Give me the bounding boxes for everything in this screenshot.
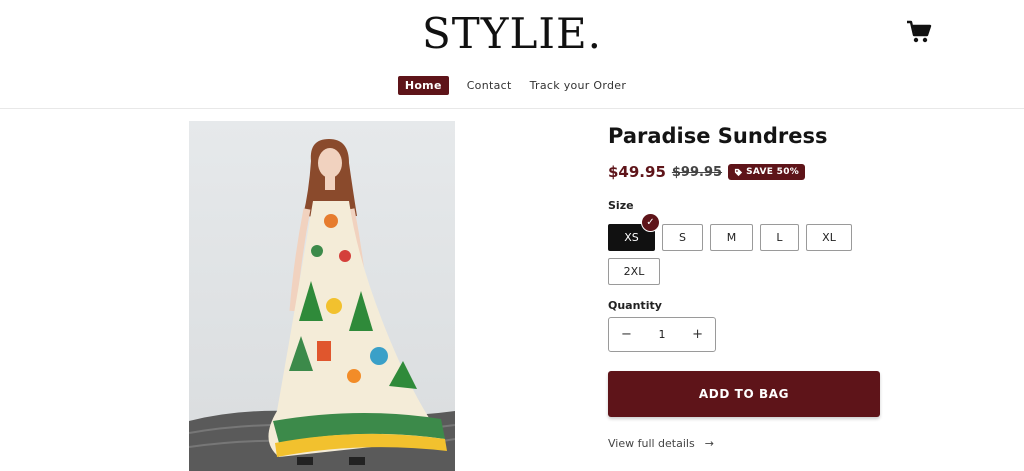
check-icon: ✓ <box>641 213 660 232</box>
product-info: Paradise Sundress $49.95 $99.95 SAVE 50%… <box>608 121 888 450</box>
header-divider <box>0 108 1024 109</box>
increase-quantity-button[interactable]: + <box>692 327 703 342</box>
size-option-label: 2XL <box>623 265 645 278</box>
size-option-xl[interactable]: XL <box>806 224 852 251</box>
quantity-stepper: − 1 + <box>608 317 716 352</box>
main-nav: Home Contact Track your Order <box>0 76 1024 95</box>
view-details-link[interactable]: View full details → <box>608 437 888 450</box>
size-option-label: S <box>679 231 686 244</box>
quantity-label: Quantity <box>608 299 662 312</box>
size-option-m[interactable]: M <box>710 224 753 251</box>
size-selector: XS ✓ S M L XL 2XL <box>608 213 868 285</box>
product-photo-illustration <box>189 121 455 471</box>
tag-icon <box>734 168 743 176</box>
size-option-l[interactable]: L <box>760 224 799 251</box>
add-to-bag-button[interactable]: ADD TO BAG <box>608 371 880 417</box>
product-title: Paradise Sundress <box>608 124 828 148</box>
decrease-quantity-button[interactable]: − <box>621 327 632 342</box>
save-badge: SAVE 50% <box>728 164 806 180</box>
size-option-s[interactable]: S <box>662 224 703 251</box>
nav-contact[interactable]: Contact <box>467 79 512 92</box>
size-label: Size <box>608 199 634 212</box>
size-option-label: M <box>726 231 737 244</box>
size-option-2xl[interactable]: 2XL <box>608 258 660 285</box>
save-badge-text: SAVE 50% <box>746 167 800 177</box>
size-option-label: XL <box>822 231 836 244</box>
sale-price: $49.95 <box>608 163 666 181</box>
nav-home[interactable]: Home <box>397 76 449 95</box>
arrow-right-icon: → <box>704 437 714 450</box>
size-option-label: XS <box>624 231 639 244</box>
nav-track-order[interactable]: Track your Order <box>530 79 627 92</box>
cart-icon[interactable] <box>906 20 932 44</box>
size-option-label: L <box>776 231 783 244</box>
size-option-xs[interactable]: XS ✓ <box>608 213 660 251</box>
view-details-text: View full details <box>608 437 695 450</box>
brand-logo[interactable]: STYLIE. <box>0 8 1024 60</box>
quantity-value[interactable]: 1 <box>659 328 666 341</box>
compare-price: $99.95 <box>671 164 723 180</box>
price-row: $49.95 $99.95 SAVE 50% <box>608 163 888 181</box>
product-photo[interactable] <box>189 121 455 471</box>
